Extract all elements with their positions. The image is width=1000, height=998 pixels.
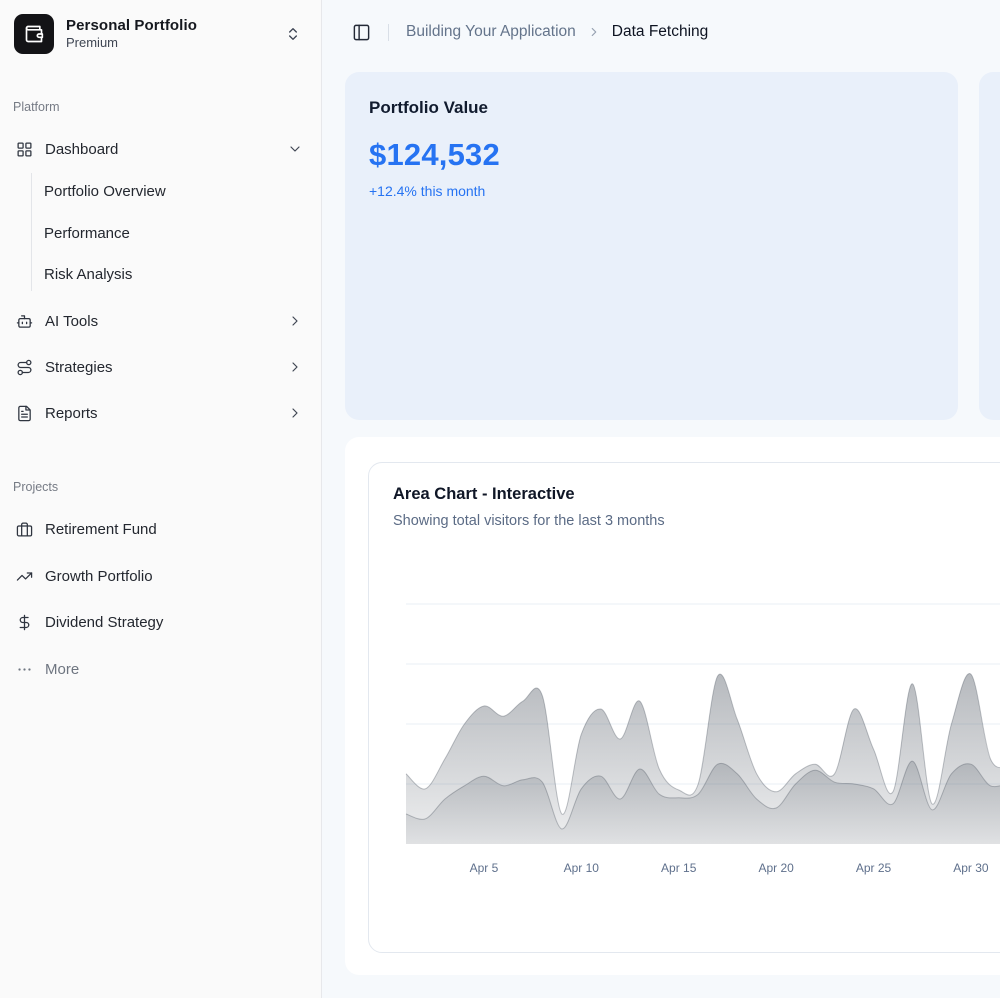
chevron-right-icon <box>287 359 303 375</box>
svg-text:Apr 15: Apr 15 <box>661 861 697 875</box>
sidebar-item-label: Reports <box>45 405 275 422</box>
chart-subtitle: Showing total visitors for the last 3 mo… <box>393 513 665 529</box>
subitem-label: Performance <box>44 225 130 242</box>
svg-text:Apr 30: Apr 30 <box>953 861 989 875</box>
sidebar-item-growth-portfolio[interactable]: Growth Portfolio <box>8 556 313 596</box>
team-plan: Premium <box>66 35 273 51</box>
sidebar-item-label: More <box>45 661 305 678</box>
dollar-sign-icon <box>16 614 33 631</box>
breadcrumb: Building Your Application Data Fetching <box>406 23 708 41</box>
topbar-separator <box>388 24 389 41</box>
chevron-right-icon <box>287 405 303 421</box>
main-area: Building Your Application Data Fetching … <box>322 0 1000 998</box>
stat-card-value: $124,532 <box>369 137 934 173</box>
sidebar-item-label: Dividend Strategy <box>45 614 305 631</box>
sidebar-item-retirement-fund[interactable]: Retirement Fund <box>8 509 313 549</box>
sidebar-toggle-button[interactable] <box>352 23 371 42</box>
team-logo <box>14 14 54 54</box>
svg-text:Apr 10: Apr 10 <box>564 861 600 875</box>
content-panel: Area Chart - Interactive Showing total v… <box>345 437 1000 975</box>
stat-card-partial <box>979 72 1000 420</box>
panel-left-icon <box>352 23 371 42</box>
bot-icon <box>16 313 33 330</box>
layout-grid-icon <box>16 141 33 158</box>
chevron-right-icon <box>287 313 303 329</box>
chevrons-up-down-icon <box>285 26 301 42</box>
svg-text:Apr 20: Apr 20 <box>758 861 794 875</box>
stat-card-title: Portfolio Value <box>369 98 934 118</box>
trending-up-icon <box>16 568 33 585</box>
area-chart-plot[interactable]: Apr 5 Apr 10 Apr 15 Apr 20 Apr 25 Apr 30 <box>393 575 1000 895</box>
sidebar-item-label: Dashboard <box>45 141 275 158</box>
chart-title: Area Chart - Interactive <box>393 485 575 504</box>
team-switcher[interactable]: Personal Portfolio Premium <box>8 8 313 60</box>
subtree-indent-line <box>31 173 32 291</box>
section-label-projects: Projects <box>13 479 58 495</box>
sidebar-item-strategies[interactable]: Strategies <box>8 347 313 387</box>
sidebar-item-label: Strategies <box>45 359 275 376</box>
portfolio-value-card: Portfolio Value $124,532 +12.4% this mon… <box>345 72 958 420</box>
sidebar-item-reports[interactable]: Reports <box>8 393 313 433</box>
wallet-icon <box>24 24 44 44</box>
sidebar-item-dividend-strategy[interactable]: Dividend Strategy <box>8 602 313 642</box>
breadcrumb-chevron-icon <box>587 25 601 39</box>
breadcrumb-link[interactable]: Building Your Application <box>406 23 576 41</box>
subitem-label: Portfolio Overview <box>44 183 166 200</box>
sidebar-item-label: Growth Portfolio <box>45 568 305 585</box>
route-icon <box>16 359 33 376</box>
ellipsis-icon <box>16 661 33 678</box>
sidebar-item-dashboard[interactable]: Dashboard <box>8 129 313 169</box>
sidebar-item-more[interactable]: More <box>8 649 313 689</box>
sidebar-subitem-risk-analysis[interactable]: Risk Analysis <box>36 255 313 293</box>
sidebar-subitem-portfolio-overview[interactable]: Portfolio Overview <box>36 172 313 210</box>
team-name: Personal Portfolio <box>66 17 273 36</box>
sidebar-item-label: AI Tools <box>45 313 275 330</box>
area-chart-card: Area Chart - Interactive Showing total v… <box>368 462 1000 953</box>
subitem-label: Risk Analysis <box>44 266 132 283</box>
breadcrumb-current: Data Fetching <box>612 23 709 41</box>
svg-text:Apr 5: Apr 5 <box>470 861 499 875</box>
svg-text:Apr 25: Apr 25 <box>856 861 892 875</box>
stat-card-change: +12.4% this month <box>369 183 934 199</box>
sidebar: Personal Portfolio Premium Platform Dash… <box>0 0 322 998</box>
sidebar-item-label: Retirement Fund <box>45 521 305 538</box>
topbar: Building Your Application Data Fetching <box>322 0 1000 64</box>
chevron-down-icon <box>287 141 303 157</box>
sidebar-subitem-performance[interactable]: Performance <box>36 214 313 252</box>
file-text-icon <box>16 405 33 422</box>
briefcase-icon <box>16 521 33 538</box>
section-label-platform: Platform <box>13 99 60 115</box>
sidebar-item-ai-tools[interactable]: AI Tools <box>8 301 313 341</box>
